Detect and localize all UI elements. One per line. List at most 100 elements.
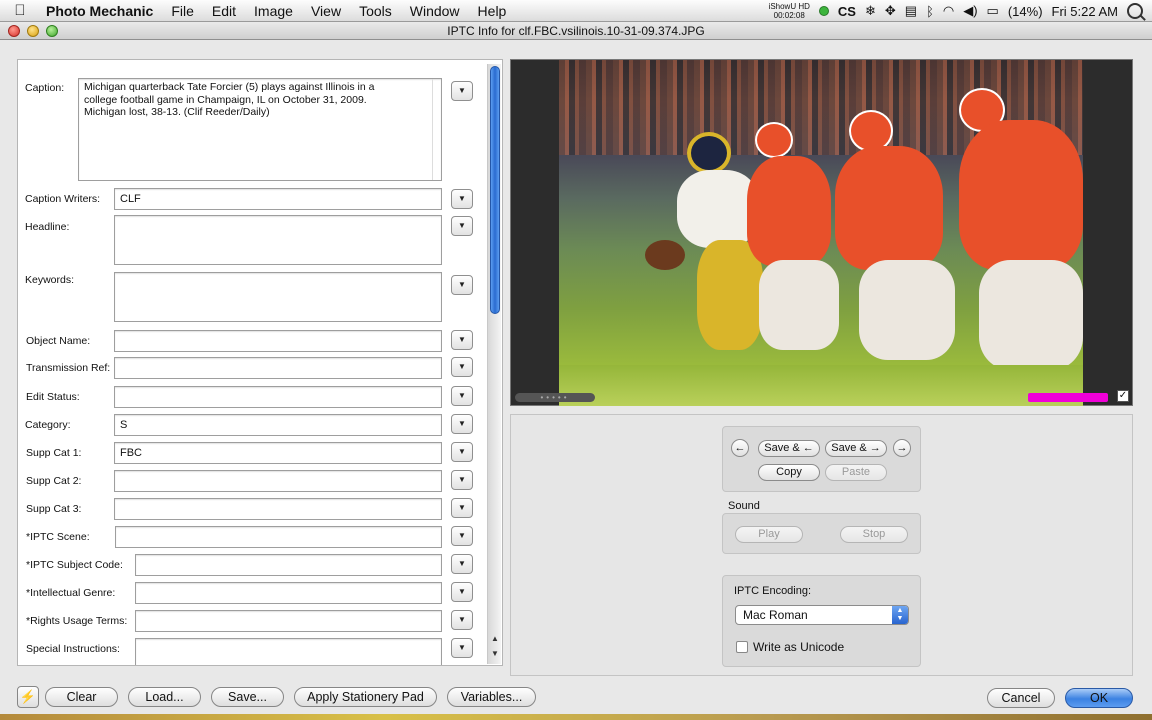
minimize-window-icon[interactable]	[27, 25, 39, 37]
edit-status-dropdown-button[interactable]: ▼	[451, 386, 473, 406]
menu-image[interactable]: Image	[245, 0, 302, 22]
category-dropdown-button[interactable]: ▼	[451, 414, 473, 434]
apply-stationery-pad-button[interactable]: Apply Stationery Pad	[294, 687, 437, 707]
ishowu-timer: 00:02:08	[773, 11, 805, 20]
object-name-field[interactable]	[114, 330, 442, 352]
close-window-icon[interactable]	[8, 25, 20, 37]
supp-cat-1-field[interactable]: FBC	[114, 442, 442, 464]
image-rating-dots[interactable]: •••••	[515, 393, 595, 402]
intellectual-genre-field[interactable]	[135, 582, 442, 604]
scroll-down-arrow-icon[interactable]: ▼	[490, 649, 500, 658]
illinois-jersey-1	[747, 156, 831, 266]
write-as-unicode-checkbox[interactable]	[736, 641, 748, 653]
rights-usage-terms-field[interactable]	[135, 610, 442, 632]
menu-window[interactable]: Window	[401, 0, 469, 22]
spotlight-search-icon[interactable]	[1127, 3, 1143, 19]
transmission-ref-dropdown-button[interactable]: ▼	[451, 357, 473, 377]
menu-view[interactable]: View	[302, 0, 350, 22]
menu-edit[interactable]: Edit	[203, 0, 245, 22]
menu-file[interactable]: File	[162, 0, 203, 22]
window-title: IPTC Info for clf.FBC.vsilinois.10-31-09…	[447, 24, 705, 38]
next-image-button[interactable]: →	[893, 439, 911, 457]
clock[interactable]: Fri 5:22 AM	[1052, 4, 1118, 19]
iptc-scene-field[interactable]	[115, 526, 442, 548]
headline-field[interactable]	[114, 215, 442, 265]
zoom-window-icon[interactable]	[46, 25, 58, 37]
intellectual-genre-dropdown-button[interactable]: ▼	[451, 582, 473, 602]
stop-sound-button[interactable]: Stop	[840, 526, 908, 543]
supp-cat-1-dropdown-button[interactable]: ▼	[451, 442, 473, 462]
form-scrollbar-thumb[interactable]	[490, 66, 500, 314]
iptc-subject-code-field[interactable]	[135, 554, 442, 576]
iptc-scene-dropdown-button[interactable]: ▼	[451, 526, 473, 546]
snowflake-icon[interactable]: ❄	[865, 3, 876, 19]
rights-usage-terms-dropdown-button[interactable]: ▼	[451, 610, 473, 630]
michigan-pants	[697, 240, 763, 350]
keywords-dropdown-button[interactable]: ▼	[451, 275, 473, 295]
illinois-pants-3	[979, 260, 1083, 370]
caption-scrollbar[interactable]	[432, 79, 441, 180]
keywords-field[interactable]	[114, 272, 442, 322]
variables-button[interactable]: Variables...	[447, 687, 536, 707]
cancel-button[interactable]: Cancel	[987, 688, 1055, 708]
headline-dropdown-button[interactable]: ▼	[451, 216, 473, 236]
clear-button[interactable]: Clear	[45, 687, 118, 707]
ishowu-indicator[interactable]: iShowU HD 00:02:08	[769, 2, 810, 20]
color-class-bar[interactable]	[1028, 393, 1108, 402]
play-sound-button[interactable]: Play	[735, 526, 803, 543]
write-as-unicode-label[interactable]: Write as Unicode	[753, 640, 844, 654]
keyboard-icon[interactable]: ▤	[905, 3, 917, 19]
battery-icon[interactable]: ▭	[987, 3, 999, 19]
supp-cat-3-field[interactable]	[114, 498, 442, 520]
volume-icon[interactable]: ◀)	[963, 3, 977, 19]
load-button[interactable]: Load...	[128, 687, 201, 707]
stationery-lightning-button[interactable]: ⚡	[17, 686, 39, 708]
iptc-encoding-select[interactable]: Mac Roman ▲ ▼	[735, 605, 909, 625]
gamepad-icon[interactable]: ✥	[885, 3, 896, 19]
iptc-form-panel: Caption: Michigan quarterback Tate Forci…	[17, 59, 503, 666]
previous-image-button[interactable]: ←	[731, 439, 749, 457]
ishowu-name: iShowU HD	[768, 2, 810, 11]
supp-cat-2-dropdown-button[interactable]: ▼	[451, 470, 473, 490]
save-button[interactable]: Save...	[211, 687, 284, 707]
object-name-dropdown-button[interactable]: ▼	[451, 330, 473, 350]
supp-cat-3-dropdown-button[interactable]: ▼	[451, 498, 473, 518]
iptc-encoding-value: Mac Roman	[743, 608, 808, 622]
select-arrows-icon: ▲ ▼	[892, 606, 908, 624]
object-name-label: Object Name:	[26, 335, 91, 347]
copy-button[interactable]: Copy	[758, 464, 820, 481]
cs-menu[interactable]: CS	[838, 4, 856, 19]
menu-help[interactable]: Help	[469, 0, 516, 22]
sound-group: Play Stop	[722, 513, 921, 554]
supp-cat-2-label: Supp Cat 2:	[26, 475, 82, 487]
ok-button[interactable]: OK	[1065, 688, 1133, 708]
wifi-icon[interactable]: ◠	[943, 3, 954, 19]
apple-menu-icon[interactable]: 	[0, 2, 40, 19]
save-and-previous-button[interactable]: Save & ←	[758, 440, 820, 457]
caption-textarea[interactable]: Michigan quarterback Tate Forcier (5) pl…	[78, 78, 442, 181]
michigan-helmet	[687, 132, 731, 174]
paste-button[interactable]: Paste	[825, 464, 887, 481]
illinois-helmet-1	[755, 122, 793, 158]
caption-writers-dropdown-button[interactable]: ▼	[451, 189, 473, 209]
transmission-ref-field[interactable]	[114, 357, 442, 379]
edit-status-field[interactable]	[114, 386, 442, 408]
window-title-bar[interactable]: IPTC Info for clf.FBC.vsilinois.10-31-09…	[0, 22, 1152, 40]
special-instructions-label: Special Instructions:	[26, 643, 120, 655]
tag-checkbox[interactable]: ✓	[1117, 390, 1129, 402]
iptc-subject-code-dropdown-button[interactable]: ▼	[451, 554, 473, 574]
supp-cat-2-field[interactable]	[114, 470, 442, 492]
special-instructions-field[interactable]	[135, 638, 442, 665]
category-field[interactable]: S	[114, 414, 442, 436]
caption-dropdown-button[interactable]: ▼	[451, 81, 473, 101]
special-instructions-dropdown-button[interactable]: ▼	[451, 638, 473, 658]
status-menus: iShowU HD 00:02:08 CS ❄ ✥ ▤ ᛒ ◠ ◀) ▭ (14…	[769, 0, 1152, 22]
menu-tools[interactable]: Tools	[350, 0, 401, 22]
record-status-icon[interactable]	[818, 6, 829, 16]
form-scrollbar[interactable]: ▲ ▼	[487, 64, 501, 664]
menu-app-name[interactable]: Photo Mechanic	[40, 0, 162, 22]
caption-writers-field[interactable]: CLF	[114, 188, 442, 210]
scroll-up-arrow-icon[interactable]: ▲	[490, 634, 500, 643]
bluetooth-icon[interactable]: ᛒ	[926, 4, 934, 19]
save-and-next-button[interactable]: Save & →	[825, 440, 887, 457]
